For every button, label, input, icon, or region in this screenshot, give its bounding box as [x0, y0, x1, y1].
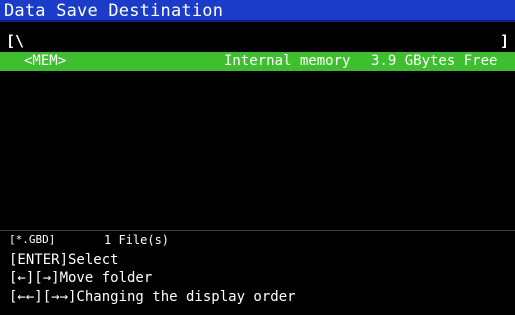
path-open: [\ [6, 32, 25, 50]
list-item-internal-memory[interactable]: <MEM> Internal memory 3.9 GBytes Free [0, 52, 515, 71]
file-filter: [*.GBD] [9, 233, 56, 246]
help-move-folder: [←][→]Move folder [9, 270, 153, 286]
help-display-order: [←←][→→]Changing the display order [9, 289, 296, 305]
list-item-free-space: 3.9 GBytes Free [371, 53, 498, 69]
window-title: Data Save Destination [4, 1, 224, 21]
divider [0, 230, 515, 231]
list-item-description: Internal memory [224, 53, 351, 69]
current-path: [\ ] [0, 32, 515, 53]
title-bar: Data Save Destination [0, 0, 515, 22]
list-item-name: <MEM> [24, 53, 67, 69]
file-count: 1 File(s) [104, 233, 170, 247]
path-close: ] [499, 32, 509, 50]
status-row: [*.GBD] 1 File(s) [0, 232, 515, 248]
help-select: [ENTER]Select [9, 252, 119, 268]
destination-list: <MEM> Internal memory 3.9 GBytes Free [0, 52, 515, 228]
